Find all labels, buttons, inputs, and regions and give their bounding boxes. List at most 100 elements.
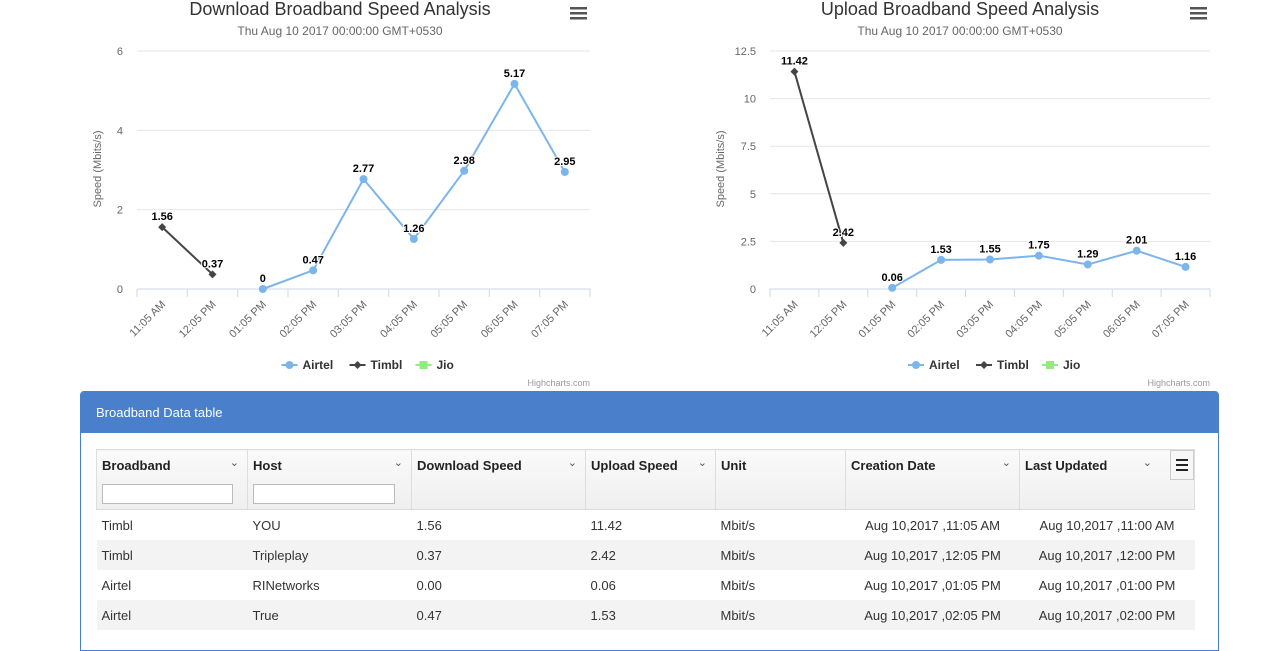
- legend-label: Timbl: [371, 358, 403, 372]
- data-label: 0.37: [202, 258, 223, 270]
- data-label: 2.98: [453, 155, 474, 167]
- column-title: Broadband: [102, 458, 171, 473]
- y-tick-label: 0: [750, 284, 756, 296]
- chart-menu-icon[interactable]: [567, 4, 589, 24]
- chevron-down-icon[interactable]: ⌄: [1002, 456, 1011, 469]
- table-row[interactable]: Timbl Tripleplay 0.37 2.42 Mbit/s Aug 10…: [96, 540, 1195, 570]
- y-tick-label: 10: [744, 94, 756, 106]
- data-point: [937, 255, 946, 264]
- x-tick-label: 06:05 PM: [479, 299, 521, 341]
- grid-menu-icon[interactable]: [1170, 450, 1194, 480]
- cell-broadband: Airtel: [101, 577, 132, 593]
- x-tick-label: 11:05 AM: [760, 299, 801, 340]
- column-title: Unit: [721, 458, 747, 473]
- table-row[interactable]: Airtel RINetworks 0.00 0.06 Mbit/s Aug 1…: [97, 570, 1195, 600]
- legend-item-jio[interactable]: Jio: [415, 358, 454, 372]
- y-tick-label: 5: [750, 189, 756, 201]
- y-axis-label: Speed (Mbits/s): [92, 130, 104, 207]
- column-header-unit[interactable]: Unit: [715, 449, 846, 510]
- chart-credits[interactable]: Highcharts.com: [527, 378, 590, 388]
- cell-upload-speed: 11.42: [590, 517, 623, 533]
- cell-unit: Mbit/s: [715, 600, 846, 630]
- data-point: [839, 238, 848, 247]
- legend-marker: [419, 361, 428, 369]
- legend-item-timbl[interactable]: Timbl: [349, 358, 403, 372]
- cell-creation-date: Aug 10,2017 ,11:05 AM: [865, 517, 1000, 533]
- panel-title: Broadband Data table: [81, 392, 1218, 433]
- broadband-filter-input[interactable]: [102, 484, 233, 504]
- legend-label: Timbl: [997, 358, 1029, 372]
- data-label: 1.75: [1028, 240, 1049, 252]
- chart-subtitle: Thu Aug 10 2017 00:00:00 GMT+0530: [857, 24, 1062, 38]
- chart-menu-icon[interactable]: [1187, 4, 1209, 24]
- column-header-broadband[interactable]: Broadband ⌄: [96, 449, 248, 510]
- cell-upload-speed: 1.53: [585, 600, 716, 630]
- data-point: [409, 235, 418, 244]
- chevron-down-icon[interactable]: ⌄: [1143, 456, 1152, 469]
- data-label: 11.42: [781, 56, 808, 68]
- cell-host: YOU: [252, 517, 281, 533]
- data-point: [510, 79, 519, 88]
- x-tick-label: 04:05 PM: [378, 299, 420, 341]
- column-header-upload-speed[interactable]: Upload Speed ⌄: [585, 449, 716, 510]
- legend-item-timbl[interactable]: Timbl: [976, 358, 1029, 372]
- data-label: 0.47: [302, 254, 323, 266]
- cell-creation-date: Aug 10,2017 ,01:05 PM: [864, 577, 1001, 593]
- cell-unit: Mbit/s: [720, 577, 756, 593]
- legend-marker: [980, 361, 988, 369]
- x-tick-label: 03:05 PM: [954, 299, 996, 341]
- cell-last-updated: Aug 10,2017 ,12:00 PM: [1019, 540, 1195, 570]
- table-row[interactable]: Timbl YOU 1.56 11.42 Mbit/s Aug 10,2017 …: [97, 510, 1195, 541]
- column-title: Download Speed: [417, 458, 522, 473]
- data-grid: Broadband ⌄ Host ⌄ Download Speed ⌄ Uplo…: [96, 449, 1204, 630]
- chart-credits[interactable]: Highcharts.com: [1147, 378, 1210, 388]
- x-tick-label: 03:05 PM: [328, 299, 370, 341]
- upload-chart-svg: Upload Broadband Speed Analysis Thu Aug …: [715, 0, 1211, 388]
- x-tick-label: 02:05 PM: [278, 299, 320, 341]
- table-row[interactable]: Airtel True 0.47 1.53 Mbit/s Aug 10,2017…: [96, 600, 1195, 630]
- column-header-host[interactable]: Host ⌄: [247, 449, 412, 510]
- data-point: [460, 166, 469, 175]
- column-header-creation-date[interactable]: Creation Date ⌄: [845, 449, 1020, 510]
- x-tick-label: 11:05 AM: [128, 299, 169, 340]
- cell-last-updated: Aug 10,2017 ,11:00 AM: [1039, 517, 1175, 533]
- data-point: [986, 255, 994, 264]
- legend-item-airtel[interactable]: Airtel: [908, 358, 960, 372]
- chevron-down-icon[interactable]: ⌄: [394, 456, 403, 469]
- host-filter-input[interactable]: [253, 484, 395, 504]
- data-point: [888, 283, 897, 292]
- legend-item-airtel[interactable]: Airtel: [281, 358, 334, 372]
- chevron-down-icon[interactable]: ⌄: [230, 456, 239, 469]
- cell-unit: Mbit/s: [715, 540, 846, 570]
- table-header-row: Broadband ⌄ Host ⌄ Download Speed ⌄ Uplo…: [96, 449, 1195, 510]
- data-label: 2.42: [833, 227, 854, 239]
- cell-unit: Mbit/s: [720, 517, 756, 533]
- legend-label: Jio: [437, 358, 454, 372]
- legend-marker: [912, 361, 920, 369]
- broadband-table: Broadband ⌄ Host ⌄ Download Speed ⌄ Uplo…: [96, 449, 1195, 630]
- chevron-down-icon[interactable]: ⌄: [568, 456, 577, 469]
- column-header-last-updated[interactable]: Last Updated ⌄: [1019, 449, 1195, 510]
- column-header-download-speed[interactable]: Download Speed ⌄: [411, 449, 586, 510]
- broadband-data-panel: Broadband Data table Broadband ⌄ Host ⌄: [80, 391, 1219, 651]
- column-title: Upload Speed: [591, 458, 678, 473]
- y-tick-label: 6: [117, 46, 123, 58]
- cell-host: Tripleplay: [247, 540, 412, 570]
- legend-label: Airtel: [303, 358, 334, 372]
- legend-item-jio[interactable]: Jio: [1042, 358, 1080, 372]
- y-tick-label: 4: [117, 125, 123, 137]
- data-point: [1034, 251, 1043, 260]
- x-tick-label: 07:05 PM: [1150, 299, 1192, 341]
- cell-download-speed: 1.56: [416, 517, 442, 533]
- cell-host: RINetworks: [252, 577, 320, 593]
- cell-download-speed: 0.00: [416, 577, 442, 593]
- chevron-down-icon[interactable]: ⌄: [698, 456, 707, 469]
- upload-speed-chart: Upload Broadband Speed Analysis Thu Aug …: [700, 0, 1220, 392]
- data-label: 2.95: [554, 156, 575, 168]
- data-label: 1.55: [979, 243, 1000, 255]
- upload-plot-area: 0 2.5 5 7.5 10 12.5 11:05 AM 12:05 PM 01:05 PM 02…: [735, 46, 1211, 372]
- x-tick-label: 05:05 PM: [1052, 299, 1094, 341]
- legend-marker: [285, 361, 294, 369]
- cell-upload-speed: 0.06: [590, 577, 616, 593]
- download-chart-svg: Download Broadband Speed Analysis Thu Au…: [92, 0, 591, 388]
